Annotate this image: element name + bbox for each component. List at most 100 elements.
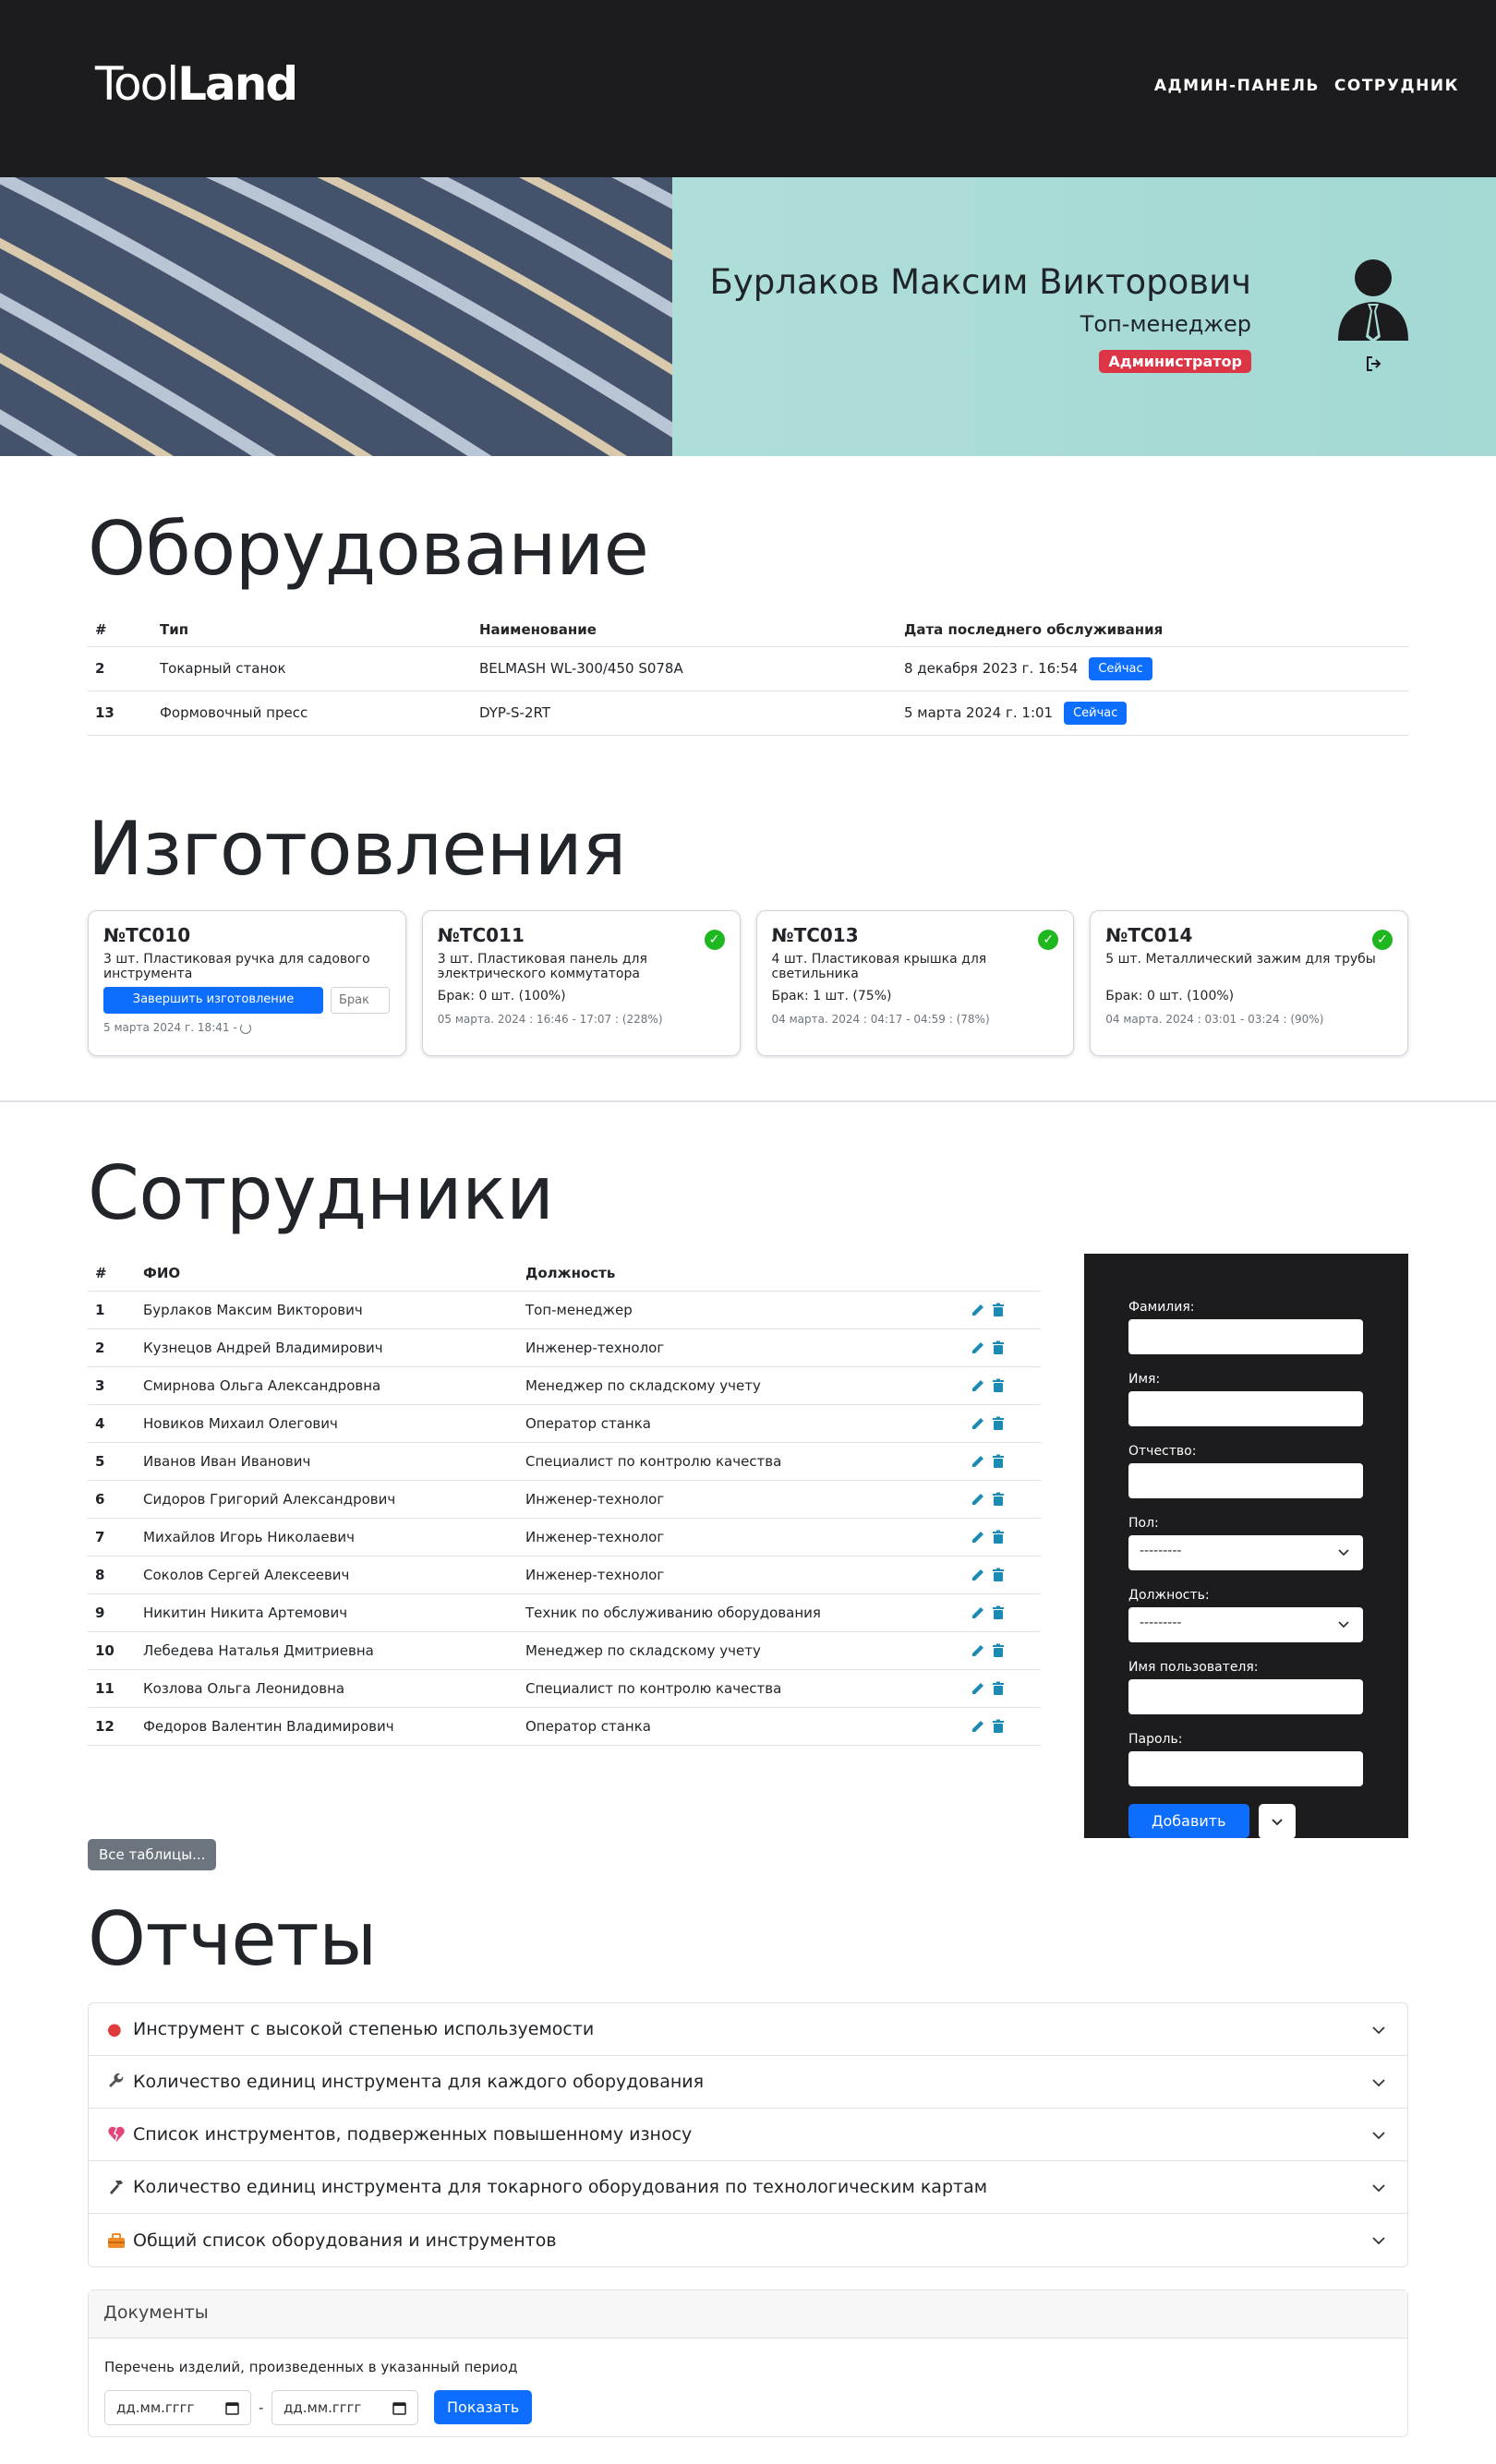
expand-form-button[interactable] — [1258, 1804, 1296, 1839]
last-name-input[interactable] — [1128, 1319, 1363, 1354]
card-code: №TC013 — [771, 924, 859, 946]
employees-table: # ФИО Должность 1 Бурлаков Максим Викторо… — [88, 1256, 1041, 1746]
add-employee-button[interactable]: Добавить — [1128, 1804, 1249, 1838]
edit-pencil-icon[interactable] — [971, 1340, 985, 1355]
trash-icon[interactable] — [991, 1340, 1006, 1355]
report-item[interactable]: Количество единиц инструмента для токарн… — [89, 2161, 1407, 2214]
gender-select[interactable]: --------- — [1128, 1535, 1363, 1570]
edit-pencil-icon[interactable] — [971, 1681, 985, 1696]
report-item[interactable]: ● Инструмент с высокой степенью использу… — [89, 2003, 1407, 2056]
profile-role: Топ-менеджер — [1080, 311, 1251, 337]
employee-position: Инженер-технолог — [518, 1518, 958, 1557]
check-icon: ✓ — [704, 930, 725, 950]
employee-id: 4 — [88, 1404, 136, 1443]
trash-icon[interactable] — [991, 1719, 1006, 1734]
col-header: ФИО — [136, 1256, 518, 1292]
trash-icon[interactable] — [991, 1643, 1006, 1658]
table-row: 11 Козлова Ольга Леонидовна Специалист по … — [88, 1669, 1041, 1708]
service-now-button[interactable]: Сейчас — [1089, 656, 1152, 680]
report-item[interactable]: Общий список оборудования и инструментов — [89, 2214, 1407, 2266]
divider — [0, 1100, 1496, 1102]
broken-heart-icon — [107, 2125, 126, 2144]
trash-icon[interactable] — [991, 1492, 1006, 1507]
card-code: №TC011 — [437, 924, 525, 946]
employee-name: Сидоров Григорий Александрович — [136, 1480, 518, 1519]
logout-icon[interactable] — [1366, 356, 1382, 371]
fire-icon: ● — [107, 2020, 122, 2039]
date-to-input[interactable]: дд.мм.гггг — [271, 2390, 418, 2425]
table-header: # ФИО Должность — [88, 1256, 1041, 1292]
trash-icon[interactable] — [991, 1568, 1006, 1582]
position-select[interactable]: --------- — [1128, 1607, 1363, 1642]
nav-link-admin-panel[interactable]: АДМИН-ПАНЕЛЬ — [1154, 77, 1320, 95]
chevron-down-icon — [1271, 1819, 1283, 1826]
trash-icon[interactable] — [991, 1303, 1006, 1317]
report-label: Количество единиц инструмента для каждог… — [133, 2072, 705, 2092]
employee-id: 10 — [88, 1631, 136, 1670]
user-avatar-icon — [1336, 258, 1410, 343]
password-input[interactable] — [1128, 1751, 1363, 1786]
equipment-name: DYP-S-2RT — [472, 691, 897, 736]
table-row: 7 Михайлов Игорь Николаевич Инженер-технол… — [88, 1518, 1041, 1557]
profile-banner: Бурлаков Максим Викторович Топ-менеджер … — [0, 177, 1496, 456]
edit-pencil-icon[interactable] — [971, 1303, 985, 1317]
report-item[interactable]: Список инструментов, подверженных повыше… — [89, 2109, 1407, 2161]
trash-icon[interactable] — [991, 1454, 1006, 1469]
defect-input[interactable]: Брак — [331, 987, 390, 1014]
chevron-down-icon — [1372, 2237, 1385, 2245]
row-actions — [958, 1366, 1041, 1405]
report-item[interactable]: Количество единиц инструмента для каждог… — [89, 2056, 1407, 2109]
edit-pencil-icon[interactable] — [971, 1568, 985, 1582]
wrench-icon — [107, 2073, 126, 2091]
card-defect: Брак: 0 шт. (100%) — [437, 989, 566, 1004]
username-label: Имя пользователя: — [1128, 1660, 1259, 1675]
employee-name: Михайлов Игорь Николаевич — [136, 1518, 518, 1557]
logo[interactable]: ToolLand — [95, 57, 298, 111]
col-header: # — [88, 614, 152, 647]
check-icon: ✓ — [1038, 930, 1059, 950]
equipment-date-cell: 8 декабря 2023 г. 16:54 Сейчас — [897, 646, 1408, 691]
patronymic-input[interactable] — [1128, 1463, 1363, 1498]
trash-icon[interactable] — [991, 1530, 1006, 1545]
username-input[interactable] — [1128, 1679, 1363, 1714]
edit-pencil-icon[interactable] — [971, 1719, 985, 1734]
edit-pencil-icon[interactable] — [971, 1492, 985, 1507]
col-header: Наименование — [472, 614, 897, 647]
add-employee-form: Фамилия: Имя: Отчество: Пол: --------- Д… — [1084, 1254, 1408, 1839]
finish-manufacturing-button[interactable]: Завершить изготовление — [103, 987, 323, 1014]
row-actions — [958, 1556, 1041, 1594]
nav-link-employee[interactable]: СОТРУДНИК — [1334, 77, 1459, 95]
table-row: 2 Токарный станок BELMASH WL-300/450 S07… — [88, 646, 1408, 691]
employee-position: Специалист по контролю качества — [518, 1669, 958, 1708]
edit-pencil-icon[interactable] — [971, 1378, 985, 1393]
edit-pencil-icon[interactable] — [971, 1416, 985, 1431]
col-header: Тип — [152, 614, 472, 647]
employees-table-body: 1 Бурлаков Максим Викторович Топ-менеджер 2… — [88, 1291, 1041, 1746]
card-defect: Брак: 1 шт. (75%) — [771, 989, 892, 1004]
col-header: Должность — [518, 1256, 958, 1292]
date-from-input[interactable]: дд.мм.гггг — [104, 2390, 251, 2425]
service-now-button[interactable]: Сейчас — [1064, 701, 1128, 725]
equipment-id: 2 — [88, 646, 152, 691]
password-label: Пароль: — [1128, 1732, 1183, 1747]
equipment-title: Оборудование — [88, 506, 649, 592]
employee-name: Федоров Валентин Владимирович — [136, 1707, 518, 1746]
equipment-type: Формовочный пресс — [152, 691, 472, 736]
first-name-input[interactable] — [1128, 1391, 1363, 1426]
manufacturing-card: ✓ №TC013 4 шт. Пластиковая крышка для св… — [755, 910, 1075, 1056]
trash-icon[interactable] — [991, 1378, 1006, 1393]
chevron-down-icon — [1372, 2184, 1385, 2193]
chevron-down-icon — [1338, 1621, 1349, 1629]
trash-icon[interactable] — [991, 1681, 1006, 1696]
table-row: 3 Смирнова Ольга Александровна Менеджер по… — [88, 1366, 1041, 1405]
trash-icon[interactable] — [991, 1605, 1006, 1620]
equipment-date: 8 декабря 2023 г. 16:54 — [904, 659, 1079, 677]
trash-icon[interactable] — [991, 1416, 1006, 1431]
edit-pencil-icon[interactable] — [971, 1643, 985, 1658]
show-button[interactable]: Показать — [434, 2390, 533, 2424]
edit-pencil-icon[interactable] — [971, 1530, 985, 1545]
edit-pencil-icon[interactable] — [971, 1605, 985, 1620]
equipment-table: # Тип Наименование Дата последнего обслу… — [88, 614, 1408, 736]
edit-pencil-icon[interactable] — [971, 1454, 985, 1469]
all-tables-button[interactable]: Все таблицы... — [88, 1839, 217, 1870]
